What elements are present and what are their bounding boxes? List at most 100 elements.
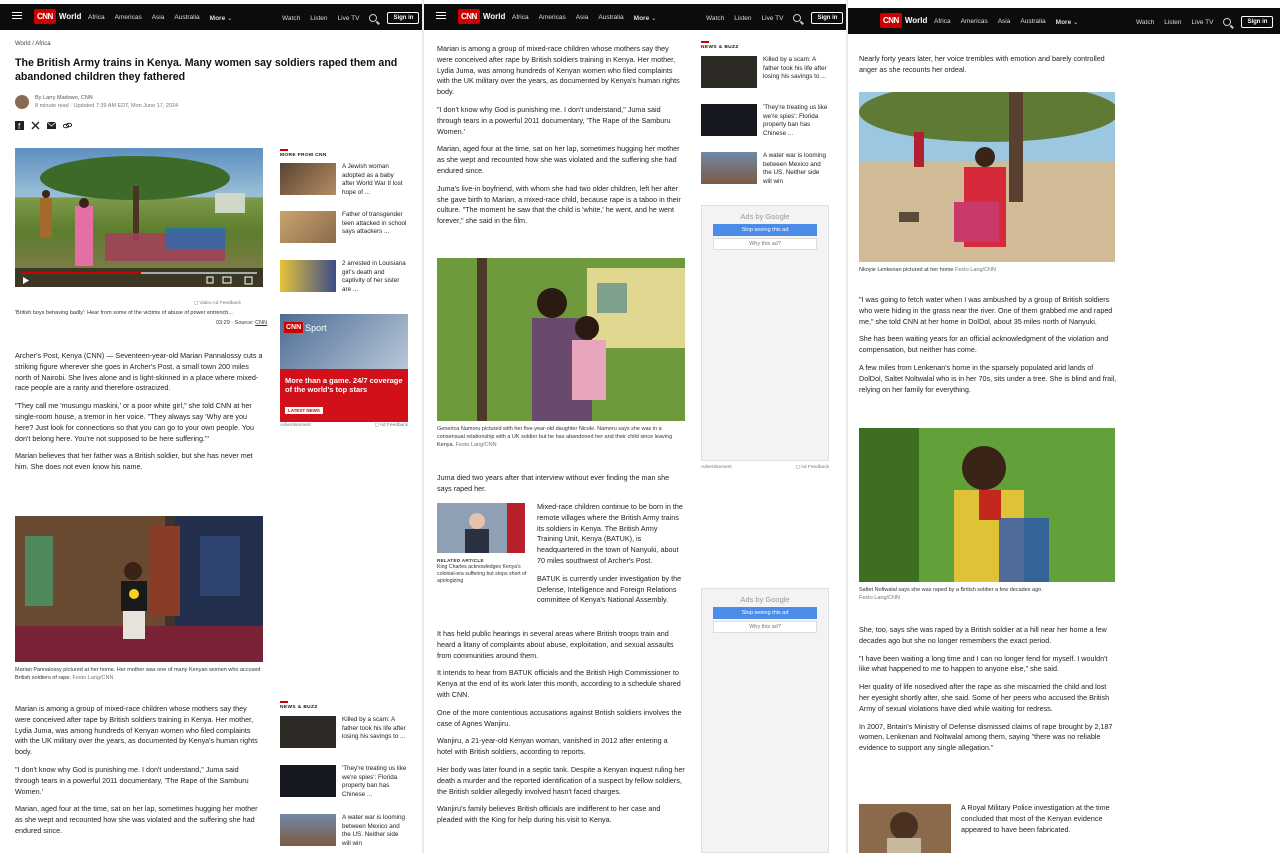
thumbnail-image xyxy=(280,211,336,243)
nav-listen[interactable]: Listen xyxy=(734,15,751,22)
hamburger-menu-icon[interactable] xyxy=(12,12,22,21)
nav-link-asia[interactable]: Asia xyxy=(152,14,165,22)
nav-watch[interactable]: Watch xyxy=(282,15,300,22)
photo-generica-caption: Generica Namoru pictured with her five-y… xyxy=(437,426,673,448)
paragraph: A few miles from Lenkenan's home in the … xyxy=(859,362,1117,394)
video-ad-feedback[interactable]: ◻ Video Ad Feedback xyxy=(194,301,264,306)
cnn-logo[interactable]: CNN World xyxy=(880,13,927,28)
nav-link-africa[interactable]: Africa xyxy=(934,18,951,26)
sidebar-more-item[interactable]: 2 arrested in Louisiana girl's death and… xyxy=(280,260,408,294)
signin-button[interactable]: Sign in xyxy=(387,12,420,24)
paragraph: Archer's Post, Kenya (CNN) — Seventeen-y… xyxy=(15,351,263,393)
nav-link-australia[interactable]: Australia xyxy=(1020,18,1045,26)
nav-link-africa[interactable]: Africa xyxy=(512,14,529,22)
nav-link-asia[interactable]: Asia xyxy=(998,18,1011,26)
sidebar-buzz-item[interactable]: Killed by a scam: A father took his life… xyxy=(280,716,408,748)
paragraph: Juma's live-in boyfriend, with whom she … xyxy=(437,183,681,226)
sidebar-buzz-item[interactable]: Killed by a scam: A father took his life… xyxy=(701,56,829,88)
photo-saltet-image xyxy=(859,428,1115,582)
nav-link-australia[interactable]: Australia xyxy=(598,14,623,22)
cnn-logo[interactable]: CNN World xyxy=(458,9,505,24)
ad-footer: Advertisement ◻ Ad Feedback xyxy=(701,465,829,470)
screen-panel-3: CNN World Africa Americas Asia Australia … xyxy=(848,0,1280,853)
hamburger-menu-icon[interactable] xyxy=(436,12,446,21)
cnn-logo[interactable]: CNN World xyxy=(34,9,81,24)
screen-panel-2: CNN World Africa Americas Asia Australia … xyxy=(424,0,846,853)
nav-link-africa[interactable]: Africa xyxy=(88,14,105,22)
why-this-ad-button[interactable]: Why this ad? xyxy=(713,238,817,250)
cnn-sport-ad[interactable]: CNN Sport More than a game. 24/7 coverag… xyxy=(280,314,408,422)
email-icon[interactable] xyxy=(47,121,56,130)
search-icon[interactable] xyxy=(369,14,378,22)
paragraph: "I don't know why God is punishing me. I… xyxy=(15,764,249,796)
top-nav: CNN World Africa Americas Asia Australia … xyxy=(424,4,846,30)
sidebar-more-item[interactable]: A Jewish woman adopted as a baby after W… xyxy=(280,163,408,197)
nav-right: Watch Listen Live TV Sign in xyxy=(282,12,420,24)
nav-watch[interactable]: Watch xyxy=(706,15,724,22)
ad-headline: More than a game. 24/7 coverage of the w… xyxy=(285,376,403,394)
paragraph: Wanjiru, a 21-year-old Kenyan woman, van… xyxy=(437,736,668,757)
nav-link-americas[interactable]: Americas xyxy=(961,18,988,26)
paragraph: Marian is among a group of mixed-race ch… xyxy=(437,44,680,97)
sidebar-buzz-item[interactable]: 'They're treating us like we're spies': … xyxy=(701,104,829,138)
signin-button[interactable]: Sign in xyxy=(811,12,844,24)
ad-feedback-link[interactable]: ◻ Ad Feedback xyxy=(375,423,408,428)
ad-feedback-link[interactable]: ◻ Ad Feedback xyxy=(796,465,829,470)
thumbnail-image xyxy=(701,56,757,88)
paragraph: She has been waiting years for an offici… xyxy=(859,334,1109,355)
paragraph: "I have been waiting a long time and I c… xyxy=(859,653,1108,674)
nav-livetv[interactable]: Live TV xyxy=(338,15,360,22)
sidebar-buzz-item[interactable]: 'They're treating us like we're spies': … xyxy=(280,765,408,799)
sidebar-buzz-item[interactable]: A water war is looming between Mexico an… xyxy=(701,152,829,186)
breadcrumb[interactable]: World / Africa xyxy=(15,39,51,50)
nav-link-americas[interactable]: Americas xyxy=(115,14,142,22)
top-nav: CNN World Africa Americas Asia Australia … xyxy=(0,4,422,30)
nav-link-more[interactable]: More ⌄ xyxy=(1056,18,1079,26)
nav-link-more[interactable]: More ⌄ xyxy=(634,14,657,22)
article-body-1: Archer's Post, Kenya (CNN) — Seventeen-y… xyxy=(15,351,263,480)
thumbnail-image xyxy=(280,765,336,797)
paragraph: Marian, aged four at the time, sat on he… xyxy=(15,804,258,835)
nav-watch[interactable]: Watch xyxy=(1136,19,1154,26)
ad-latest-news-button[interactable]: LATEST NEWS xyxy=(285,407,323,414)
nav-livetv[interactable]: Live TV xyxy=(762,15,784,22)
signin-button[interactable]: Sign in xyxy=(1241,16,1274,28)
nav-links: Africa Americas Asia Australia More ⌄ xyxy=(512,14,656,22)
byline[interactable]: By Larry Madowo, CNN xyxy=(35,94,93,102)
video-duration: 03:29 - Source: CNN xyxy=(216,320,268,326)
nav-link-asia[interactable]: Asia xyxy=(576,14,589,22)
stop-seeing-ad-button[interactable]: Stop seeing this ad xyxy=(713,607,817,619)
search-icon[interactable] xyxy=(1223,18,1232,26)
article-body-2: Marian is among a group of mixed-race ch… xyxy=(15,704,263,844)
photo-saltet-caption: Saltet Noltwalal says she was raped by a… xyxy=(859,587,1043,601)
nav-link-australia[interactable]: Australia xyxy=(174,14,199,22)
nav-listen[interactable]: Listen xyxy=(1164,19,1181,26)
stop-seeing-ad-button[interactable]: Stop seeing this ad xyxy=(713,224,817,236)
link-icon[interactable] xyxy=(63,121,72,130)
nav-link-americas[interactable]: Americas xyxy=(539,14,566,22)
x-twitter-icon[interactable] xyxy=(31,121,40,130)
nav-livetv[interactable]: Live TV xyxy=(1192,19,1214,26)
sidebar-more-item[interactable]: Father of transgender teen attacked in s… xyxy=(280,211,408,243)
sidebar-buzz-item[interactable]: A water war is looming between Mexico an… xyxy=(280,814,408,848)
article-body-3: Juma died two years after that interview… xyxy=(437,473,685,502)
paragraph: Wanjiru's family believes British offici… xyxy=(437,804,661,825)
paragraph: It has held public hearings in several a… xyxy=(437,629,674,660)
paragraph: "I was going to fetch water when I was a… xyxy=(859,295,1113,326)
facebook-icon[interactable]: f xyxy=(15,121,24,130)
search-icon[interactable] xyxy=(793,14,802,22)
thumbnail-image xyxy=(280,814,336,846)
author-avatar xyxy=(15,95,29,109)
paragraph: Mixed-race children continue to be born … xyxy=(537,502,683,565)
nav-right: Watch Listen Live TV Sign in xyxy=(706,12,844,24)
nav-link-more[interactable]: More ⌄ xyxy=(210,14,233,22)
related-article-link[interactable]: King Charles acknowledges Kenya's coloni… xyxy=(437,564,527,585)
article-body-4: Mixed-race children continue to be born … xyxy=(537,502,685,613)
nav-listen[interactable]: Listen xyxy=(310,15,327,22)
why-this-ad-button[interactable]: Why this ad? xyxy=(713,621,817,633)
paragraph: Marian is among a group of mixed-race ch… xyxy=(15,704,258,757)
video-player[interactable] xyxy=(15,148,263,287)
paragraph: Nearly forty years later, her voice trem… xyxy=(859,54,1105,74)
paragraph: Marian believes that her father was a Br… xyxy=(15,451,253,472)
related-article-image[interactable] xyxy=(437,503,525,553)
